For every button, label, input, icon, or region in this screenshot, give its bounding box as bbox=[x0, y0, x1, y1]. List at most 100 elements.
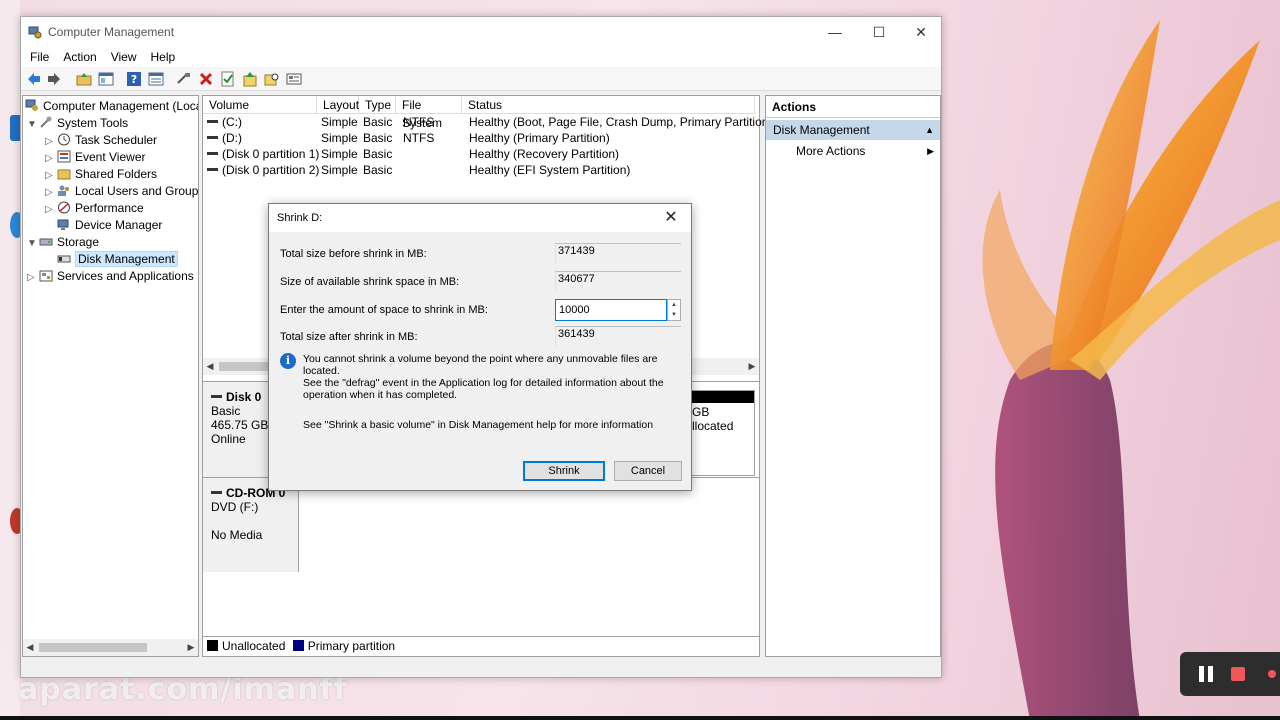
expand-arrow-icon[interactable]: ▷ bbox=[45, 150, 57, 167]
close-button[interactable]: ✕ bbox=[899, 17, 943, 47]
tree-label: Performance bbox=[75, 201, 144, 215]
volume-row[interactable]: (Disk 0 partition 2) Simple Basic Health… bbox=[207, 162, 755, 178]
export-list-icon[interactable] bbox=[242, 71, 258, 87]
volume-row[interactable]: (D:) Simple Basic NTFS Healthy (Primary … bbox=[207, 130, 755, 146]
tree-label: Disk Management bbox=[75, 251, 178, 267]
tree-item-task-scheduler[interactable]: ▷ Task Scheduler bbox=[45, 132, 157, 149]
pause-icon[interactable] bbox=[1198, 666, 1214, 682]
scroll-right-icon[interactable]: ▶ bbox=[184, 639, 198, 656]
volume-layout: Simple bbox=[321, 147, 358, 161]
volume-icon bbox=[207, 168, 218, 171]
menu-help[interactable]: Help bbox=[144, 50, 183, 64]
column-status[interactable]: Status bbox=[462, 96, 755, 114]
shrink-button[interactable]: Shrink bbox=[523, 461, 605, 481]
tree-item-services-applications[interactable]: ▷ Services and Applications bbox=[27, 268, 194, 285]
back-arrow-icon[interactable] bbox=[26, 71, 42, 87]
tree-label: Device Manager bbox=[75, 218, 163, 232]
more-actions-item[interactable]: More Actions ▶ bbox=[766, 140, 940, 162]
console-tree: Computer Management (Local ▼ System Tools… bbox=[22, 95, 199, 657]
dialog-title-bar[interactable]: Shrink D: ✕ bbox=[269, 204, 691, 232]
column-layout[interactable]: Layout bbox=[317, 96, 359, 114]
forward-arrow-icon[interactable] bbox=[46, 71, 62, 87]
performance-icon bbox=[58, 201, 70, 214]
volume-row[interactable]: (Disk 0 partition 1) Simple Basic Health… bbox=[207, 146, 755, 162]
tree-root[interactable]: Computer Management (Local bbox=[25, 98, 198, 115]
tree-label: System Tools bbox=[57, 116, 129, 130]
volume-type: Basic bbox=[363, 147, 393, 161]
tree-horizontal-scrollbar[interactable]: ◀ ▶ bbox=[23, 639, 198, 656]
help-icon[interactable]: ? bbox=[126, 71, 142, 87]
collapse-up-icon[interactable]: ▲ bbox=[925, 120, 934, 140]
cdrom-icon bbox=[211, 491, 222, 494]
volume-layout: Simple bbox=[321, 115, 358, 129]
unallocated-partition[interactable]: GB llocated bbox=[691, 390, 755, 476]
collapse-arrow-icon[interactable]: ▼ bbox=[27, 116, 39, 133]
menu-view[interactable]: View bbox=[104, 50, 144, 64]
collapse-arrow-icon[interactable]: ▼ bbox=[27, 235, 39, 252]
tree-item-device-manager[interactable]: Device Manager bbox=[57, 217, 162, 234]
expand-arrow-icon[interactable]: ▷ bbox=[45, 201, 57, 218]
show-hide-console-tree-icon[interactable] bbox=[98, 71, 114, 87]
volume-row[interactable]: (C:) Simple Basic NTFS Healthy (Boot, Pa… bbox=[207, 114, 772, 130]
taskbar-edge bbox=[0, 716, 1280, 720]
maximize-button[interactable]: ☐ bbox=[857, 17, 901, 47]
stop-icon[interactable] bbox=[1231, 667, 1245, 681]
expand-arrow-icon[interactable]: ▷ bbox=[45, 184, 57, 201]
tree-item-event-viewer[interactable]: ▷ Event Viewer bbox=[45, 149, 145, 166]
spin-up-icon[interactable]: ▲ bbox=[668, 300, 680, 310]
primary-swatch bbox=[292, 640, 304, 651]
expand-arrow-icon[interactable]: ▷ bbox=[45, 167, 57, 184]
connect-icon[interactable] bbox=[176, 71, 192, 87]
shrink-amount-spinner[interactable]: ▲ ▼ bbox=[667, 299, 681, 321]
menu-action[interactable]: Action bbox=[56, 50, 103, 64]
scroll-left-icon[interactable]: ◀ bbox=[23, 639, 37, 656]
more-actions-label: More Actions bbox=[796, 144, 866, 158]
expand-arrow-icon[interactable]: ▷ bbox=[45, 133, 57, 150]
scrollbar-thumb[interactable] bbox=[39, 643, 147, 652]
users-icon bbox=[58, 185, 69, 196]
dialog-close-icon[interactable]: ✕ bbox=[657, 207, 685, 229]
cdrom-label[interactable]: CD-ROM 0 DVD (F:) No Media bbox=[203, 478, 299, 572]
folder-icon bbox=[57, 169, 71, 180]
spin-down-icon[interactable]: ▼ bbox=[668, 310, 680, 320]
storage-icon bbox=[39, 238, 53, 246]
expand-arrow-icon[interactable]: ▷ bbox=[27, 269, 39, 286]
available-space-label: Size of available shrink space in MB: bbox=[280, 276, 460, 288]
settings-panel-icon[interactable] bbox=[286, 71, 302, 87]
title-bar[interactable]: Computer Management — ☐ ✕ bbox=[21, 17, 941, 47]
column-volume[interactable]: Volume bbox=[203, 96, 317, 114]
volume-name: (D:) bbox=[207, 130, 242, 146]
svg-text:?: ? bbox=[131, 73, 137, 86]
help-link-text: See "Shrink a basic volume" in Disk Mana… bbox=[303, 419, 654, 431]
dialog-title: Shrink D: bbox=[277, 212, 323, 224]
window-title: Computer Management bbox=[48, 25, 175, 39]
menu-bar: File Action View Help bbox=[21, 47, 941, 67]
up-folder-icon[interactable] bbox=[76, 71, 92, 87]
actions-section-disk-management[interactable]: Disk Management ▲ bbox=[766, 120, 940, 140]
scroll-right-icon[interactable]: ▶ bbox=[745, 358, 759, 375]
volume-type: Basic bbox=[363, 131, 393, 145]
minimize-button[interactable]: — bbox=[813, 17, 857, 47]
tree-item-system-tools[interactable]: ▼ System Tools bbox=[27, 115, 128, 132]
checklist-icon[interactable] bbox=[220, 71, 236, 87]
tree-item-storage[interactable]: ▼ Storage bbox=[27, 234, 99, 251]
delete-icon[interactable] bbox=[198, 71, 214, 87]
scroll-left-icon[interactable]: ◀ bbox=[203, 358, 217, 375]
shrink-dialog: Shrink D: ✕ Total size before shrink in … bbox=[268, 203, 692, 491]
services-icon bbox=[39, 270, 53, 282]
tree-item-performance[interactable]: ▷ Performance bbox=[45, 200, 144, 217]
menu-file[interactable]: File bbox=[23, 50, 56, 64]
tree-item-disk-management[interactable]: Disk Management bbox=[57, 251, 178, 268]
volume-layout: Simple bbox=[321, 131, 358, 145]
column-type[interactable]: Type bbox=[359, 96, 396, 114]
column-file-system[interactable]: File System bbox=[396, 96, 462, 130]
volume-type: Basic bbox=[363, 115, 393, 129]
search-folder-icon[interactable] bbox=[264, 71, 280, 87]
volume-type: Basic bbox=[363, 163, 393, 177]
tree-item-shared-folders[interactable]: ▷ Shared Folders bbox=[45, 166, 157, 183]
tree-item-local-users[interactable]: ▷ Local Users and Groups bbox=[45, 183, 198, 201]
shrink-amount-input[interactable]: 10000 bbox=[555, 299, 667, 321]
cancel-button[interactable]: Cancel bbox=[614, 461, 682, 481]
info-message: You cannot shrink a volume beyond the po… bbox=[303, 353, 683, 401]
properties-view-icon[interactable] bbox=[148, 71, 164, 87]
